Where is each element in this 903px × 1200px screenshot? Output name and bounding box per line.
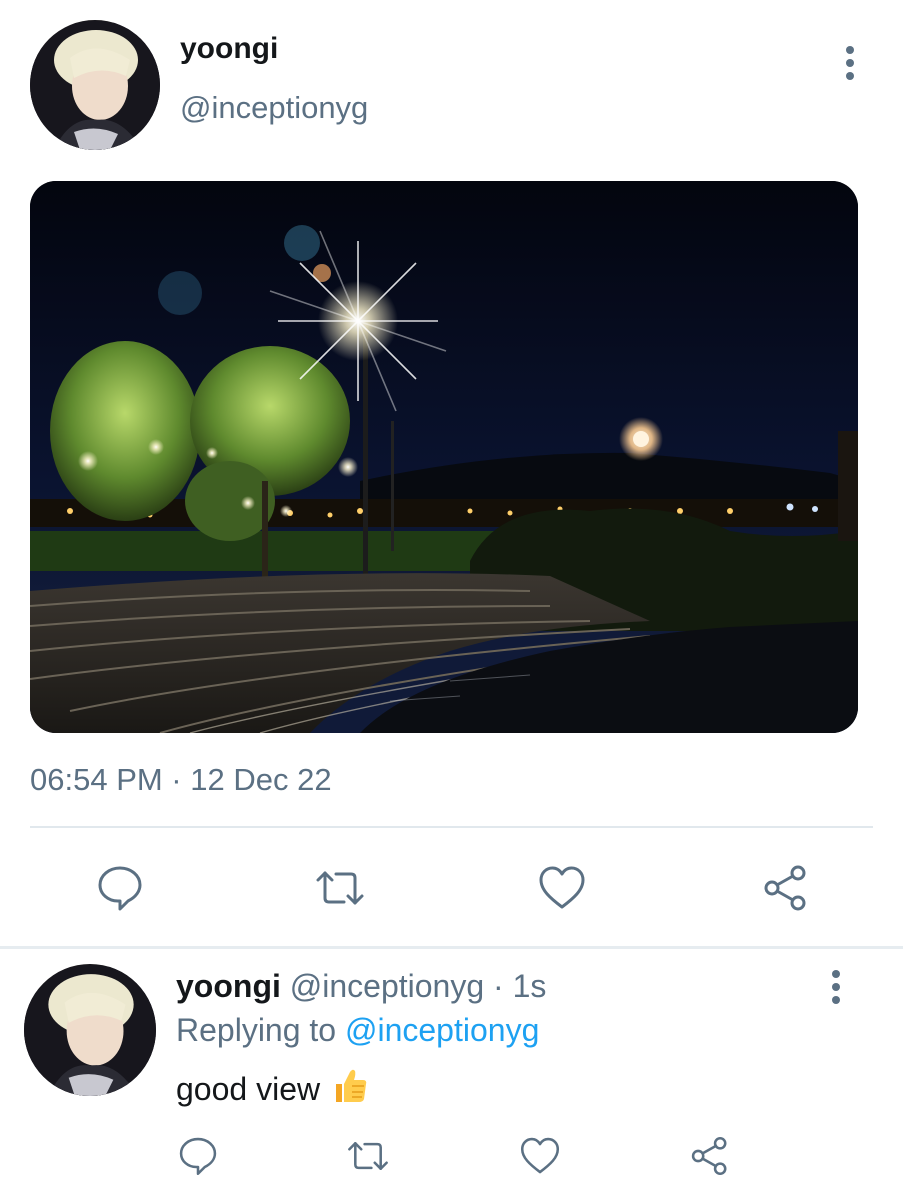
like-icon[interactable]	[518, 1134, 562, 1178]
author-name[interactable]: yoongi	[180, 32, 278, 66]
reply-header: yoongi @inceptionyg · 1s	[176, 968, 546, 1005]
divider	[30, 826, 873, 828]
divider	[0, 946, 903, 949]
reply-icon[interactable]	[94, 862, 146, 914]
share-icon[interactable]	[688, 1134, 732, 1178]
separator: ·	[493, 968, 504, 1004]
retweet-icon[interactable]	[346, 1134, 390, 1178]
replying-to-label: Replying to	[176, 1012, 337, 1048]
reply-author-handle[interactable]: @inceptionyg	[290, 968, 484, 1004]
reply-author-name[interactable]: yoongi	[176, 968, 281, 1004]
share-icon[interactable]	[760, 862, 812, 914]
reply-author-avatar[interactable]	[24, 964, 156, 1096]
reply-icon[interactable]	[176, 1134, 220, 1178]
tweet-timestamp: 06:54 PM · 12 Dec 22	[30, 762, 332, 797]
retweet-icon[interactable]	[314, 862, 366, 914]
tweet-photo[interactable]	[30, 181, 858, 733]
more-vertical-icon[interactable]	[838, 46, 862, 82]
more-vertical-icon[interactable]	[824, 970, 848, 1006]
replying-to: Replying to @inceptionyg	[176, 1012, 539, 1049]
author-handle[interactable]: @inceptionyg	[180, 90, 368, 126]
reply-time[interactable]: 1s	[513, 968, 547, 1004]
thumbs-up-emoji	[336, 1069, 367, 1102]
reply-text: good view	[176, 1066, 370, 1108]
replying-to-handle-link[interactable]: @inceptionyg	[345, 1012, 539, 1048]
reply-text-content: good view	[176, 1071, 321, 1107]
like-icon[interactable]	[536, 862, 588, 914]
author-avatar[interactable]	[30, 20, 160, 150]
